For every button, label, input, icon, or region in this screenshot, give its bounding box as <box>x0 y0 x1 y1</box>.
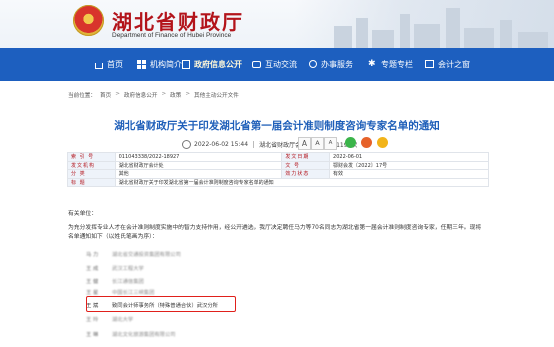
list-item: 王 星中国长江三峡集团 <box>86 288 286 296</box>
info-value: 湖北省财政厅关于印发湖北省第一届会计准则制度咨询专家名单的通知 <box>114 177 490 188</box>
star-icon: ✱ <box>368 58 376 69</box>
info-value: 鄂财会发〔2022〕17号 <box>329 160 489 171</box>
font-size-large-button[interactable]: A <box>298 137 311 150</box>
nav-label: 机构简介 <box>150 59 182 69</box>
greeting: 有关单位： <box>68 211 97 217</box>
info-value: 湖北省财政厅会计处 <box>114 160 283 171</box>
nav-item-topics[interactable]: ✱ 专题专栏 <box>368 57 413 71</box>
nav-item-services[interactable]: 办事服务 <box>309 57 353 71</box>
expert-org: 长江通信集团 <box>112 279 144 285</box>
nav-label: 会计之窗 <box>438 59 470 69</box>
expert-org: 湖北省交通投资集团有限公司 <box>112 252 181 258</box>
expert-name: 王 星 <box>86 290 99 296</box>
breadcrumb-link-policy[interactable]: 政策 <box>170 91 181 99</box>
list-item: 王 健 长江通信集团 <box>86 277 286 285</box>
info-key: 发文日期 <box>281 152 331 162</box>
info-key: 文 号 <box>281 160 331 171</box>
info-key: 效力状态 <box>281 169 331 179</box>
breadcrumb-link-info[interactable]: 政府信息公开 <box>124 91 158 99</box>
nav-item-accounting[interactable]: 会计之窗 <box>425 57 470 71</box>
info-key: 标 题 <box>67 177 116 188</box>
list-item: 王 琳 湖北文化旅游集团有限公司 <box>86 330 286 338</box>
nav-item-info-disclosure[interactable]: 政府信息公开 <box>182 57 242 71</box>
breadcrumb-link-other[interactable]: 其他主动公开文件 <box>194 91 239 99</box>
info-key: 索 引 号 <box>67 152 116 162</box>
site-subtitle: Department of Finance of Hubei Province <box>112 32 232 39</box>
table-row: 索 引 号 011043338/2022-18927 发文日期 2022-06-… <box>67 152 489 162</box>
breadcrumb-prefix: 当前位置： <box>68 93 96 99</box>
highlight-box <box>86 296 236 312</box>
breadcrumb-separator: > <box>185 91 191 97</box>
breadcrumb-separator: > <box>115 91 120 97</box>
national-emblem-logo[interactable] <box>73 5 104 36</box>
info-value: 其他 <box>114 169 283 179</box>
expert-name: 王 健 <box>86 279 99 285</box>
qzone-share-icon[interactable] <box>377 137 388 148</box>
home-icon <box>95 62 103 69</box>
breadcrumb: 当前位置： 首页 > 政府信息公开 > 政策 > 其他主动公开文件 <box>68 91 239 99</box>
skyline-decoration <box>294 0 554 48</box>
grid-icon <box>137 59 146 69</box>
expert-name: 王 成 <box>86 266 99 272</box>
info-value: 有效 <box>329 169 489 179</box>
info-value: 2022-06-01 <box>329 152 489 162</box>
nav-item-about[interactable]: 机构简介 <box>137 57 182 71</box>
breadcrumb-link-home[interactable]: 首页 <box>100 91 111 99</box>
expert-org: 湖北文化旅游集团有限公司 <box>112 332 176 338</box>
publish-date: 2022-06-02 15:44 <box>194 140 249 148</box>
breadcrumb-separator: > <box>161 91 167 97</box>
nav-label: 首页 <box>107 59 123 69</box>
expert-name: 马 力 <box>86 252 99 258</box>
expert-org: 湖北大学 <box>112 317 134 323</box>
info-key: 发文机构 <box>67 160 116 171</box>
clock-icon <box>182 139 191 149</box>
divider <box>253 140 255 148</box>
document-info-table: 索 引 号 011043338/2022-18927 发文日期 2022-06-… <box>67 152 490 188</box>
user-icon <box>309 60 317 68</box>
site-name[interactable]: 湖北省财政厅 <box>112 6 244 35</box>
info-key: 分 类 <box>67 169 116 179</box>
expert-name: 王 玲 <box>86 317 99 323</box>
nav-label: 专题专栏 <box>381 59 413 69</box>
nav-label: 办事服务 <box>321 59 353 69</box>
list-item: 王 玲 湖北大学 <box>86 315 286 323</box>
nav-label: 政府信息公开 <box>194 59 242 69</box>
chat-icon <box>252 60 261 68</box>
weibo-share-icon[interactable] <box>361 137 372 148</box>
table-row: 发文机构 湖北省财政厅会计处 文 号 鄂财会发〔2022〕17号 <box>67 160 489 171</box>
article-title: 湖北省财政厅关于印发湖北省第一届会计准则制度咨询专家名单的通知 <box>114 120 440 132</box>
nav-label: 互动交流 <box>265 59 297 69</box>
site-header: 湖北省财政厅 Department of Finance of Hubei Pr… <box>0 0 554 48</box>
book-icon <box>425 60 434 68</box>
table-row: 标 题 湖北省财政厅关于印发湖北省第一届会计准则制度咨询专家名单的通知 <box>67 177 490 188</box>
list-item: 马 力 湖北省交通投资集团有限公司 <box>86 250 286 258</box>
wechat-share-icon[interactable] <box>345 137 356 148</box>
body-paragraph: 为充分发挥专业人才在会计准则制度实施中的智力支持作用，经公开遴选，我厅决定聘任马… <box>68 225 482 241</box>
list-item: 王 成 武汉工程大学 <box>86 264 286 272</box>
info-value: 011043338/2022-18927 <box>114 152 283 162</box>
expert-name: 王 琳 <box>86 332 99 338</box>
nav-item-interaction[interactable]: 互动交流 <box>252 57 297 71</box>
font-size-small-button[interactable]: A <box>324 137 337 150</box>
main-nav: 首页 机构简介 政府信息公开 互动交流 办事服务 ✱ 专题专栏 会计之窗 <box>0 48 554 81</box>
nav-item-home[interactable]: 首页 <box>95 57 123 71</box>
table-row: 分 类 其他 效力状态 有效 <box>67 169 489 179</box>
expert-org: 武汉工程大学 <box>112 266 144 272</box>
doc-icon <box>182 59 190 69</box>
font-size-medium-button[interactable]: A <box>311 137 324 150</box>
